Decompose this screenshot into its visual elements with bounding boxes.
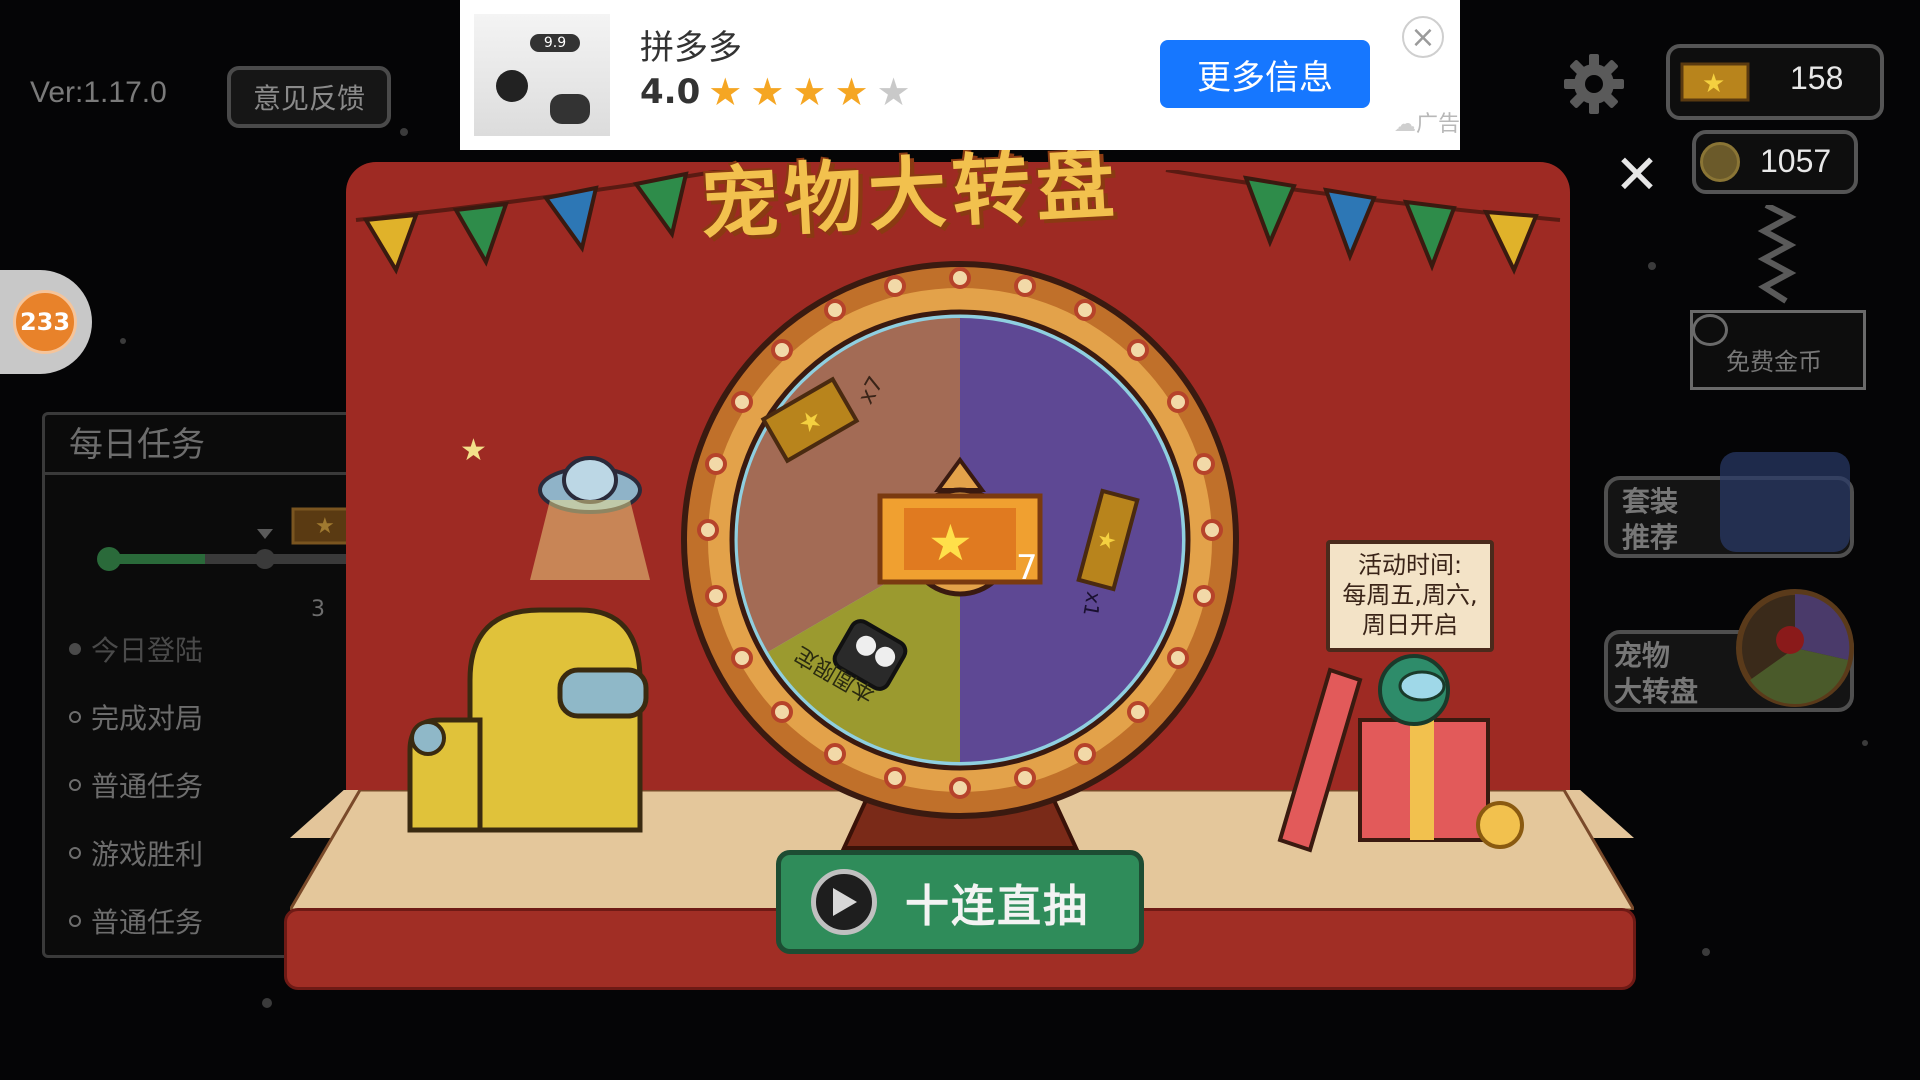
ten-draw-button[interactable]: 十连直抽 — [776, 850, 1144, 954]
task-status-dot — [69, 915, 81, 927]
coin-icon — [1700, 142, 1740, 182]
mini-wheel-icon — [1736, 589, 1854, 707]
task-item[interactable]: 普通任务 — [69, 765, 203, 805]
ad-banner[interactable]: 9.9 拼多多 4.0 ★ ★ ★ ★ ★ 更多信息 × ☁广告 — [460, 0, 1460, 150]
task-item[interactable]: 普通任务 — [69, 901, 203, 941]
svg-text:★: ★ — [315, 514, 335, 539]
bg-dot — [120, 338, 126, 344]
event-time-sign: 活动时间: 每周五,周六, 周日开启 — [1326, 540, 1494, 652]
play-icon — [811, 869, 877, 935]
task-item[interactable]: 今日登陆 — [69, 629, 203, 669]
ad-thumb-price: 9.9 — [530, 34, 580, 52]
task-label: 今日登陆 — [91, 634, 204, 667]
bg-dot — [1648, 262, 1656, 270]
video-play-icon — [1692, 314, 1728, 346]
svg-text:★: ★ — [1702, 69, 1725, 99]
star-filled-icon: ★ — [750, 70, 785, 114]
svg-text:★: ★ — [460, 433, 487, 468]
svg-text:★: ★ — [928, 514, 973, 572]
task-status-dot — [69, 847, 81, 859]
task-label: 普通任务 — [91, 770, 204, 803]
ad-rating-row: 4.0 ★ ★ ★ ★ ★ — [640, 70, 911, 114]
ticket-icon: ★ — [1680, 62, 1750, 102]
event-sign-line: 活动时间: — [1357, 551, 1463, 579]
task-label: 完成对局 — [91, 702, 204, 735]
wheel-center-count: 7 — [1016, 548, 1038, 588]
cloud-icon: ☁ — [1394, 112, 1416, 137]
pet-wheel-label: 宠物 大转盘 — [1614, 639, 1699, 708]
bg-dot — [1702, 948, 1710, 956]
star-filled-icon: ★ — [834, 70, 869, 114]
star-filled-icon: ★ — [792, 70, 827, 114]
star-empty-icon: ★ — [876, 70, 911, 114]
coin-count: 1057 — [1760, 143, 1832, 179]
bg-dot — [400, 128, 408, 136]
event-sign-line: 周日开启 — [1362, 611, 1458, 639]
ad-thumbnail[interactable]: 9.9 — [474, 14, 610, 136]
daily-tasks-title: 每日任务 — [45, 415, 365, 475]
event-sign-line: 每周五,周六, — [1342, 581, 1478, 609]
ad-label: ☁广告 — [1394, 106, 1460, 138]
outfit-preview-icon — [1720, 452, 1850, 552]
task-label: 普通任务 — [91, 906, 204, 939]
earbud-icon — [496, 70, 528, 102]
close-icon[interactable]: ✕ — [1612, 148, 1662, 202]
task-label: 游戏胜利 — [91, 838, 204, 871]
task-item[interactable]: 完成对局 — [69, 697, 203, 737]
ad-app-name: 拼多多 — [640, 28, 742, 68]
ad-label-text: 广告 — [1416, 112, 1461, 137]
bubble-badge[interactable]: 233 — [13, 290, 77, 354]
outfit-recommend-label: 套装 推荐 — [1622, 485, 1679, 554]
task-item[interactable]: 游戏胜利 — [69, 833, 203, 873]
ten-draw-label: 十连直抽 — [905, 881, 1089, 932]
task-status-dot — [69, 779, 81, 791]
gift-decoration — [1277, 654, 1524, 853]
task-status-dot — [69, 711, 81, 723]
crewmate-decoration: ★ — [407, 433, 650, 833]
ad-close-icon[interactable]: × — [1402, 16, 1444, 58]
segment-label: x1 — [1078, 589, 1107, 619]
earbud-case-icon — [550, 94, 590, 124]
ad-rating-value: 4.0 — [640, 72, 701, 112]
version-label: Ver:1.17.0 — [30, 76, 167, 109]
play-triangle-icon — [833, 888, 857, 916]
ad-more-info-button[interactable]: 更多信息 — [1160, 40, 1370, 108]
bg-dot — [262, 998, 272, 1008]
free-coins-label: 免费金币 — [1726, 348, 1822, 376]
progress-marker-label: 3 — [311, 597, 325, 622]
star-filled-icon: ★ — [708, 70, 743, 114]
task-progress-track: ★ — [97, 507, 365, 571]
settings-gear-icon[interactable] — [1562, 52, 1626, 116]
prize-wheel[interactable]: ★ ★ ★ — [680, 260, 1240, 820]
spring-icon — [1757, 205, 1797, 304]
bg-dot — [1862, 740, 1868, 746]
feedback-button[interactable]: 意见反馈 — [227, 66, 391, 128]
task-status-dot — [69, 643, 81, 655]
ticket-count: 158 — [1790, 60, 1844, 96]
